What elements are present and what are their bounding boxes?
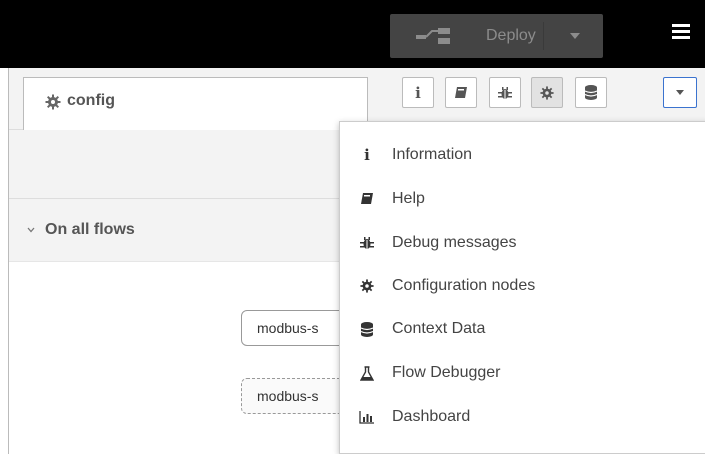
menu-item-label: Debug messages [392, 234, 517, 251]
menu-item-context-data[interactable]: Context Data [340, 308, 705, 351]
menu-item-configuration-nodes[interactable]: Configuration nodes [340, 265, 705, 308]
sidebar-dropdown-menu: i Information Help Debug messages Config… [339, 121, 705, 454]
menu-item-dashboard[interactable]: Dashboard [340, 396, 705, 439]
deploy-icon [416, 28, 450, 44]
info-icon: i [364, 146, 370, 164]
menu-item-debug-messages[interactable]: Debug messages [340, 222, 705, 265]
caret-down-icon [676, 90, 684, 95]
gear-icon [45, 94, 61, 110]
menu-item-flow-debugger[interactable]: Flow Debugger [340, 352, 705, 395]
database-icon [585, 85, 597, 100]
deploy-divider [543, 22, 544, 50]
menu-item-label: Flow Debugger [392, 364, 501, 381]
chevron-down-icon [27, 227, 35, 233]
menu-item-label: Help [392, 190, 425, 207]
book-icon [455, 86, 467, 98]
hamburger-menu-icon[interactable] [672, 24, 690, 40]
deploy-label: Deploy [486, 27, 536, 44]
sidebar-button-context[interactable] [575, 77, 607, 108]
gear-icon [359, 277, 375, 295]
config-node-label: modbus-s [257, 320, 319, 336]
deploy-options-caret-icon[interactable] [570, 33, 580, 39]
tab-config[interactable]: config [23, 77, 368, 130]
database-icon [359, 320, 375, 338]
menu-item-label: Information [392, 146, 473, 163]
gear-icon [540, 85, 554, 100]
menu-item-label: Dashboard [392, 408, 471, 425]
top-header: Deploy [0, 0, 705, 68]
sidebar-button-config[interactable] [531, 77, 563, 108]
info-icon: i [415, 83, 421, 102]
sidebar-more-dropdown-button[interactable] [663, 77, 697, 108]
menu-item-help[interactable]: Help [340, 178, 705, 221]
config-node-label: modbus-s [257, 388, 319, 404]
sidebar-button-info[interactable]: i [402, 77, 434, 108]
section-title: On all flows [45, 221, 135, 238]
deploy-button[interactable]: Deploy [390, 14, 603, 58]
flask-icon [359, 364, 375, 382]
bar-chart-icon [359, 408, 375, 426]
sidebar-button-debug[interactable] [489, 77, 521, 108]
menu-item-label: Context Data [392, 320, 486, 337]
tab-config-label: config [67, 92, 115, 109]
book-icon [359, 190, 375, 208]
bug-icon [498, 86, 512, 99]
bug-icon [359, 234, 375, 252]
menu-item-information[interactable]: i Information [340, 134, 705, 177]
menu-item-label: Configuration nodes [392, 277, 536, 294]
sidebar-button-help[interactable] [445, 77, 477, 108]
